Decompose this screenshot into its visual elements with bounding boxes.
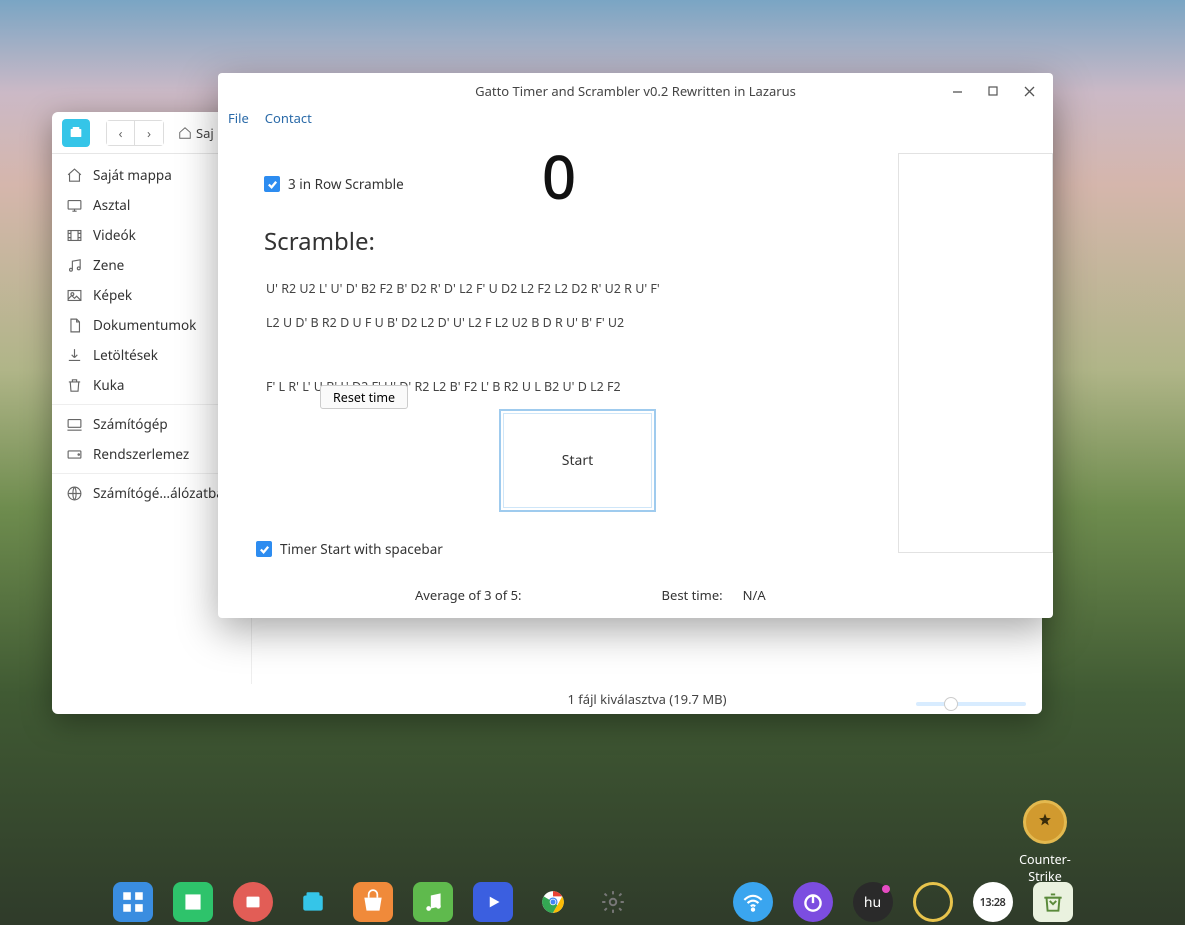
sidebar-item-label: Számítógé…álózatban	[93, 484, 232, 502]
wifi-icon[interactable]	[733, 882, 773, 922]
sidebar-item-label: Kuka	[93, 376, 124, 394]
checkbox-3row-scramble[interactable]: 3 in Row Scramble	[264, 175, 404, 193]
music-player-icon[interactable]	[413, 882, 453, 922]
minimize-button[interactable]	[939, 73, 975, 109]
disk-icon	[66, 446, 83, 463]
file-manager-logo-icon	[62, 119, 90, 147]
checkbox-label: Timer Start with spacebar	[280, 540, 443, 558]
sidebar-item-label: Zene	[93, 256, 124, 274]
workspace-icon[interactable]	[233, 882, 273, 922]
desktop-shortcut-counterstrike[interactable]: Counter-Strike	[1015, 800, 1075, 885]
results-panel	[898, 153, 1053, 553]
minimize-icon	[952, 86, 963, 97]
start-button[interactable]: Start	[499, 409, 656, 512]
desktop-icon	[66, 197, 83, 214]
breadcrumb[interactable]: Saj	[178, 124, 214, 142]
checkbox-spacebar-start[interactable]: Timer Start with spacebar	[256, 540, 443, 558]
zoom-slider[interactable]	[916, 702, 1026, 706]
sidebar-item-label: Számítógép	[93, 415, 168, 433]
store-icon[interactable]	[353, 882, 393, 922]
taskbar: hu 13:28	[0, 879, 1185, 925]
titlebar[interactable]: Gatto Timer and Scrambler v0.2 Rewritten…	[218, 73, 1053, 109]
checkbox-icon	[256, 541, 272, 557]
close-icon	[1024, 86, 1035, 97]
sidebar-item-label: Rendszerlemez	[93, 445, 189, 463]
settings-icon[interactable]	[593, 882, 633, 922]
music-icon	[66, 257, 83, 274]
checkbox-label: 3 in Row Scramble	[288, 175, 404, 193]
window-controls	[939, 73, 1047, 109]
window-title: Gatto Timer and Scrambler v0.2 Rewritten…	[475, 82, 796, 100]
maximize-icon	[988, 86, 998, 96]
nav-forward-button[interactable]: ›	[135, 121, 163, 145]
home-icon	[178, 126, 192, 140]
scramble-line: L2 U D' B R2 D U F U B' D2 L2 D' U' L2 F…	[266, 317, 660, 330]
zoom-slider-thumb[interactable]	[944, 697, 958, 711]
home-icon	[66, 167, 83, 184]
sidebar-item-label: Letöltések	[93, 346, 158, 364]
scramble-line: U' R2 U2 L' U' D' B2 F2 B' D2 R' D' L2 F…	[266, 283, 660, 296]
notification-dot-icon	[882, 885, 890, 893]
taskbar-trash-icon[interactable]	[1033, 882, 1073, 922]
menubar: File Contact	[218, 109, 1053, 131]
reset-time-button[interactable]: Reset time	[320, 385, 408, 409]
status-text: 1 fájl kiválasztva (19.7 MB)	[567, 690, 726, 708]
clock-text: 13:28	[980, 895, 1006, 910]
keyboard-layout-icon[interactable]: hu	[853, 882, 893, 922]
breadcrumb-text: Saj	[196, 124, 214, 142]
timer-app-window: Gatto Timer and Scrambler v0.2 Rewritten…	[218, 73, 1053, 618]
menu-file[interactable]: File	[228, 109, 249, 127]
download-icon	[66, 347, 83, 364]
nav-buttons: ‹ ›	[106, 120, 164, 146]
sidebar-item-label: Képek	[93, 286, 132, 304]
maximize-button[interactable]	[975, 73, 1011, 109]
checkbox-icon	[264, 176, 280, 192]
keyboard-layout-label: hu	[864, 893, 881, 912]
sidebar-item-label: Saját mappa	[93, 166, 172, 184]
avg-label: Average of 3 of 5:	[415, 586, 522, 604]
task-manager-icon[interactable]	[173, 882, 213, 922]
file-manager-task-icon[interactable]	[293, 882, 333, 922]
clock-icon[interactable]: 13:28	[973, 882, 1013, 922]
computer-icon	[66, 416, 83, 433]
cs-icon	[1023, 800, 1067, 844]
video-player-icon[interactable]	[473, 882, 513, 922]
app-body: 0 3 in Row Scramble Scramble: U' R2 U2 L…	[218, 131, 1053, 618]
best-value: N/A	[743, 586, 766, 604]
ring-indicator-icon[interactable]	[913, 882, 953, 922]
nav-back-button[interactable]: ‹	[107, 121, 135, 145]
image-icon	[66, 287, 83, 304]
close-button[interactable]	[1011, 73, 1047, 109]
launcher-icon[interactable]	[113, 882, 153, 922]
sidebar-item-label: Videók	[93, 226, 136, 244]
stats-row: Average of 3 of 5: Best time: N/A	[415, 586, 766, 604]
sidebar-item-label: Dokumentumok	[93, 316, 196, 334]
video-icon	[66, 227, 83, 244]
chrome-icon[interactable]	[533, 882, 573, 922]
document-icon	[66, 317, 83, 334]
trash-icon	[66, 377, 83, 394]
menu-contact[interactable]: Contact	[265, 109, 312, 127]
globe-icon	[66, 485, 83, 502]
power-icon[interactable]	[793, 882, 833, 922]
sidebar-item-label: Asztal	[93, 196, 130, 214]
best-label: Best time:	[662, 586, 723, 604]
file-manager-statusbar: 1 fájl kiválasztva (19.7 MB)	[252, 684, 1042, 714]
scramble-heading: Scramble:	[264, 225, 375, 258]
